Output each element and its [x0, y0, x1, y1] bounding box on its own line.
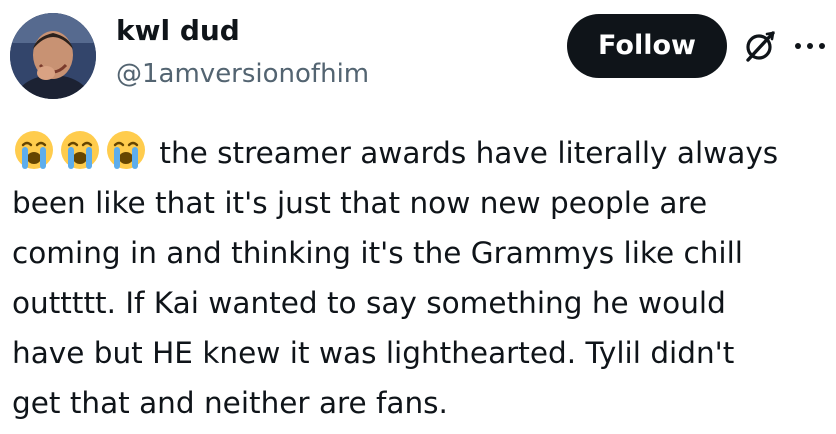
avatar[interactable]: [10, 13, 96, 99]
follow-button[interactable]: Follow: [567, 14, 727, 78]
tweet-line-1: the streamer awards have literally alway…: [12, 128, 832, 178]
loudly-crying-face-icon: [12, 128, 56, 172]
more-icon[interactable]: [790, 38, 830, 54]
author-display-name[interactable]: kwl dud: [116, 13, 240, 49]
loudly-crying-face-icon: [58, 128, 102, 172]
avatar-image: [10, 13, 96, 99]
tweet-line-3: coming in and thinking it's the Grammys …: [12, 236, 743, 270]
tweet-line-text: the streamer awards have literally alway…: [150, 136, 779, 170]
tweet-card: kwl dud @1amversionofhim Follow the stre…: [0, 0, 836, 434]
author-handle[interactable]: @1amversionofhim: [116, 57, 369, 91]
tweet-line-6: get that and neither are fans.: [12, 386, 448, 420]
tweet-line-2: been like that it's just that now new pe…: [12, 186, 708, 220]
tweet-text: the streamer awards have literally alway…: [12, 128, 832, 428]
grok-icon[interactable]: [742, 28, 778, 64]
loudly-crying-face-icon: [104, 128, 148, 172]
tweet-line-5: have but HE knew it was lighthearted. Ty…: [12, 336, 735, 370]
tweet-line-4: outtttt. If Kai wanted to say something …: [12, 286, 726, 320]
